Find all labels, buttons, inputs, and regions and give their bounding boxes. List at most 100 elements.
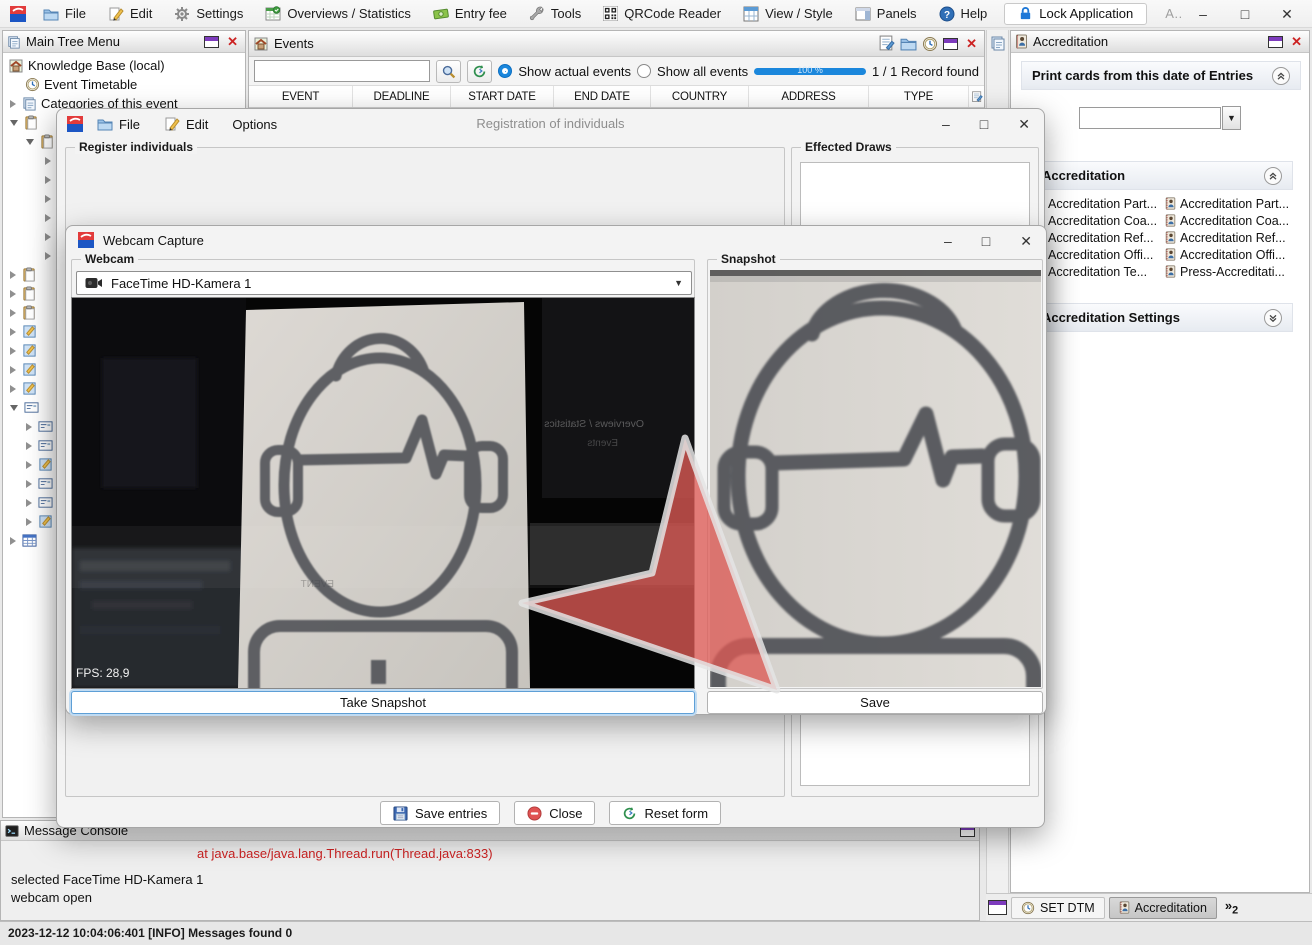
panel-close-icon[interactable]: ✕ [1288, 34, 1305, 50]
panel-maximize-icon[interactable] [1268, 36, 1283, 48]
menu-settings[interactable]: Settings [163, 0, 254, 28]
column-header-deadline[interactable]: DEADLINE [353, 86, 451, 107]
tab-set-dtm[interactable]: SET DTM [1011, 897, 1105, 919]
menu-panels[interactable]: Panels [844, 0, 928, 28]
expand-arrow-icon[interactable] [26, 518, 32, 526]
accreditation-item[interactable]: Accreditation Coa... [1033, 214, 1165, 228]
radio-show-all-events[interactable] [637, 64, 651, 78]
collapse-section-button[interactable] [1272, 67, 1290, 85]
accreditation-item[interactable]: Accreditation Offi... [1033, 248, 1165, 262]
accreditation-item[interactable]: Accreditation Te... [1033, 265, 1165, 279]
accreditation-list-section-header[interactable]: Accreditation [1031, 161, 1293, 190]
expand-arrow-icon[interactable] [10, 366, 16, 374]
expand-arrow-icon[interactable] [10, 328, 16, 336]
column-header-event[interactable]: EVENT [249, 86, 353, 107]
save-entries-button[interactable]: Save entries [380, 801, 500, 825]
dialog-menu-options[interactable]: Options [222, 109, 287, 139]
column-header-start-date[interactable]: START DATE [451, 86, 554, 107]
dialog-menu-edit[interactable]: Edit [154, 109, 218, 139]
expand-arrow-icon[interactable] [26, 480, 32, 488]
accreditation-item[interactable]: Accreditation Offi... [1165, 248, 1303, 262]
menu-edit[interactable]: Edit [97, 0, 163, 28]
maximize-button[interactable]: □ [982, 233, 990, 249]
expand-section-button[interactable] [1264, 309, 1282, 327]
maximize-button[interactable]: □ [1224, 0, 1266, 28]
menu-view-style[interactable]: View / Style [732, 0, 844, 28]
accreditation-item[interactable]: Accreditation Coa... [1165, 214, 1303, 228]
menu-help[interactable]: Help [928, 0, 999, 28]
expand-arrow-icon[interactable] [45, 252, 51, 260]
close-button[interactable]: ✕ [1018, 116, 1030, 133]
expand-arrow-icon[interactable] [45, 176, 51, 184]
clock-icon[interactable] [922, 36, 938, 52]
expand-arrow-icon[interactable] [26, 499, 32, 507]
expand-arrow-icon[interactable] [10, 537, 16, 545]
tree-item-knowledge-base[interactable]: Knowledge Base (local) [3, 56, 245, 75]
expand-arrow-icon[interactable] [45, 214, 51, 222]
column-header-country[interactable]: COUNTRY [651, 86, 749, 107]
expand-arrow-icon[interactable] [45, 195, 51, 203]
column-header-end-date[interactable]: END DATE [554, 86, 651, 107]
search-button[interactable] [436, 60, 461, 83]
panel-restore-icon[interactable] [988, 900, 1007, 915]
lock-application-button[interactable]: Lock Application [1004, 3, 1147, 25]
collapse-section-button[interactable] [1264, 167, 1282, 185]
panel-maximize-icon[interactable] [943, 38, 958, 50]
take-snapshot-button[interactable]: Take Snapshot [71, 691, 695, 714]
column-header-address[interactable]: ADDRESS [749, 86, 869, 107]
minimize-button[interactable]: – [1182, 0, 1224, 28]
panel-close-icon[interactable]: ✕ [963, 36, 980, 52]
collapse-arrow-icon[interactable] [10, 120, 18, 126]
accreditation-item[interactable]: Accreditation Ref... [1033, 231, 1165, 245]
expand-arrow-icon[interactable] [45, 157, 51, 165]
menu-overviews[interactable]: Overviews / Statistics [254, 0, 422, 28]
print-date-input[interactable] [1079, 107, 1221, 129]
close-button[interactable]: ✕ [1266, 0, 1308, 28]
save-snapshot-button[interactable]: Save [707, 691, 1043, 714]
panel-maximize-icon[interactable] [204, 36, 219, 48]
column-header-type[interactable]: TYPE [869, 86, 969, 107]
accreditation-settings-section-header[interactable]: Accreditation Settings [1031, 303, 1293, 332]
accreditation-item[interactable]: Press-Accreditati... [1165, 265, 1303, 279]
expand-arrow-icon[interactable] [45, 233, 51, 241]
expand-arrow-icon[interactable] [10, 271, 16, 279]
accreditation-item[interactable]: Accreditation Ref... [1165, 231, 1303, 245]
expand-arrow-icon[interactable] [10, 100, 16, 108]
expand-arrow-icon[interactable] [26, 423, 32, 431]
tab-overflow-button[interactable]: »2 [1221, 898, 1242, 917]
accreditation-item[interactable]: Accreditation Part... [1033, 197, 1165, 211]
radio-show-actual-events[interactable] [498, 64, 512, 78]
expand-arrow-icon[interactable] [26, 461, 32, 469]
print-cards-section-header[interactable]: Print cards from this date of Entries [1021, 61, 1301, 90]
menu-tools[interactable]: Tools [518, 0, 592, 28]
menu-entry-fee[interactable]: Entry fee [422, 0, 518, 28]
tree-item-event-timetable[interactable]: Event Timetable [3, 75, 245, 94]
panel-close-icon[interactable]: ✕ [224, 34, 241, 50]
dialog-menu-file[interactable]: File [87, 109, 150, 139]
refresh-button[interactable] [467, 60, 492, 83]
expand-arrow-icon[interactable] [26, 442, 32, 450]
menu-file[interactable]: File [32, 0, 97, 28]
form-edit-icon[interactable] [878, 35, 895, 52]
minimize-button[interactable]: – [944, 233, 952, 249]
expand-arrow-icon[interactable] [10, 347, 16, 355]
events-search-input[interactable] [254, 60, 430, 82]
collapse-arrow-icon[interactable] [26, 139, 34, 145]
column-settings-icon[interactable] [969, 86, 984, 107]
folder-icon[interactable] [900, 35, 917, 52]
close-dialog-button[interactable]: Close [514, 801, 595, 825]
expand-arrow-icon[interactable] [10, 385, 16, 393]
expand-arrow-icon[interactable] [10, 290, 16, 298]
accreditation-item[interactable]: Accreditation Part... [1165, 197, 1303, 211]
close-button[interactable]: ✕ [1020, 233, 1032, 250]
menu-qrcode[interactable]: QRCode Reader [592, 0, 732, 28]
minimize-button[interactable]: – [942, 116, 950, 132]
collapse-arrow-icon[interactable] [10, 405, 18, 411]
date-dropdown-button[interactable]: ▼ [1222, 106, 1241, 130]
expand-arrow-icon[interactable] [10, 309, 16, 317]
reset-form-button[interactable]: Reset form [609, 801, 721, 825]
stacked-pages-icon[interactable] [990, 35, 1006, 51]
maximize-button[interactable]: □ [980, 116, 988, 132]
tab-accreditation[interactable]: Accreditation [1109, 897, 1217, 919]
camera-select[interactable]: FaceTime HD-Kamera 1 ▼ [76, 271, 692, 295]
